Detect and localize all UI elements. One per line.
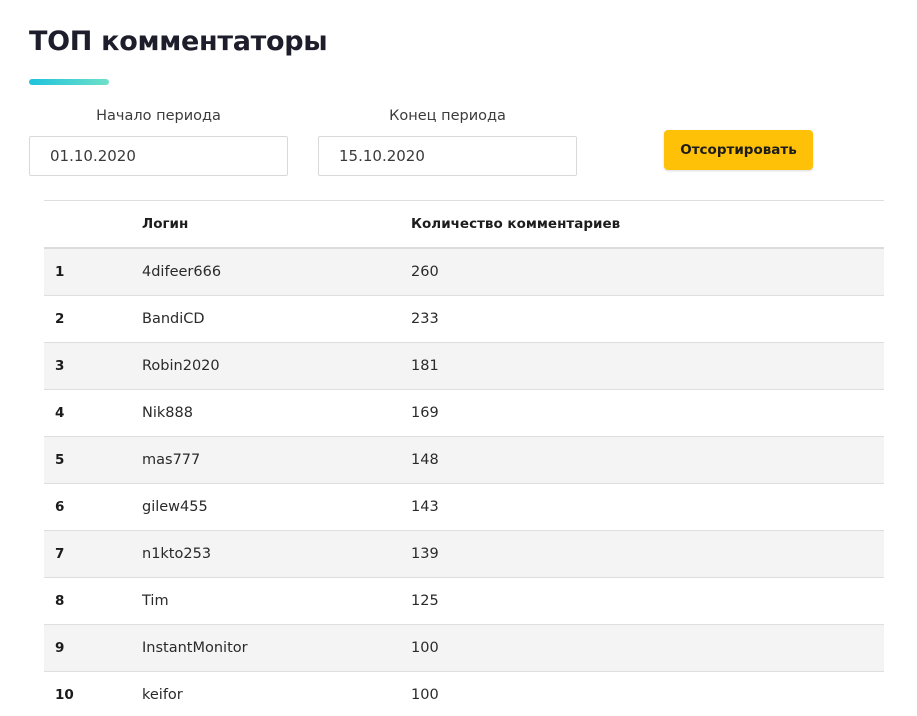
- row-comment-count: 125: [411, 593, 439, 609]
- commenters-table: Логин Количество комментариев 1 4difeer6…: [44, 200, 884, 716]
- row-comment-count: 143: [411, 499, 439, 515]
- row-comment-count: 148: [411, 452, 439, 468]
- row-rank: 1: [55, 264, 65, 280]
- table-row: 7 n1kto253 139: [44, 531, 884, 578]
- end-date-label: Конец периода: [389, 108, 506, 124]
- table-row: 8 Tim 125: [44, 578, 884, 625]
- row-comment-count: 100: [411, 640, 439, 656]
- end-date-input[interactable]: [318, 136, 577, 176]
- row-rank: 3: [55, 358, 65, 374]
- table-row: 4 Nik888 169: [44, 390, 884, 437]
- row-login: gilew455: [142, 499, 208, 515]
- row-login: BandiCD: [142, 311, 205, 327]
- row-rank: 9: [55, 640, 65, 656]
- row-rank: 6: [55, 499, 65, 515]
- row-login: 4difeer666: [142, 264, 222, 280]
- table-row: 9 InstantMonitor 100: [44, 625, 884, 672]
- row-comment-count: 260: [411, 264, 439, 280]
- row-comment-count: 139: [411, 546, 439, 562]
- title-accent-bar: [29, 79, 109, 85]
- page: ТОП комментаторы Начало периода Конец пе…: [0, 0, 917, 716]
- row-login: n1kto253: [142, 546, 212, 562]
- table-row: 1 4difeer666 260: [44, 249, 884, 296]
- table-row: 2 BandiCD 233: [44, 296, 884, 343]
- row-rank: 8: [55, 593, 65, 609]
- table-header: Логин Количество комментариев: [44, 201, 884, 249]
- row-comment-count: 169: [411, 405, 439, 421]
- row-login: Tim: [142, 593, 169, 609]
- row-rank: 10: [55, 687, 74, 703]
- row-rank: 5: [55, 452, 65, 468]
- row-rank: 4: [55, 405, 65, 421]
- table-row: 5 mas777 148: [44, 437, 884, 484]
- row-login: Robin2020: [142, 358, 220, 374]
- table-row: 3 Robin2020 181: [44, 343, 884, 390]
- start-date-label: Начало периода: [96, 108, 221, 124]
- row-login: mas777: [142, 452, 201, 468]
- row-rank: 2: [55, 311, 65, 327]
- sort-button[interactable]: Отсортировать: [664, 130, 813, 170]
- start-date-input[interactable]: [29, 136, 288, 176]
- row-rank: 7: [55, 546, 65, 562]
- page-title: ТОП комментаторы: [29, 26, 328, 57]
- row-login: Nik888: [142, 405, 193, 421]
- row-login: InstantMonitor: [142, 640, 248, 656]
- row-comment-count: 100: [411, 687, 439, 703]
- row-login: keifor: [142, 687, 183, 703]
- row-comment-count: 181: [411, 358, 439, 374]
- row-comment-count: 233: [411, 311, 439, 327]
- table-row: 10 keifor 100: [44, 672, 884, 716]
- table-row: 6 gilew455 143: [44, 484, 884, 531]
- header-login: Логин: [142, 216, 189, 232]
- header-comment-count: Количество комментариев: [411, 216, 621, 232]
